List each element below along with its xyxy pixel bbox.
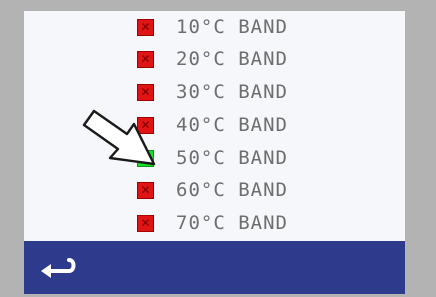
band-row-50[interactable]: ✓ 50°C BAND [137, 144, 367, 172]
band-label-20: 20°C BAND [176, 48, 288, 70]
pointer-arrow-icon [82, 109, 156, 166]
screen: ✕ 10°C BAND ✕ 20°C BAND ✕ 30°C BAND ✕ 40… [24, 11, 405, 294]
band-label-50: 50°C BAND [176, 147, 288, 169]
band-label-10: 10°C BAND [176, 16, 288, 38]
band-list: ✕ 10°C BAND ✕ 20°C BAND ✕ 30°C BAND ✕ 40… [24, 11, 405, 241]
back-arrow-icon[interactable] [38, 256, 78, 280]
bottom-bar [24, 241, 405, 294]
band-row-40[interactable]: ✕ 40°C BAND [137, 111, 367, 139]
band-row-30[interactable]: ✕ 30°C BAND [137, 78, 367, 106]
band-row-20[interactable]: ✕ 20°C BAND [137, 45, 367, 73]
band-checkbox-20[interactable]: ✕ [137, 50, 154, 68]
band-checkbox-10[interactable]: ✕ [137, 18, 154, 36]
band-row-60[interactable]: ✕ 60°C BAND [137, 176, 367, 204]
band-label-30: 30°C BAND [176, 81, 288, 103]
band-label-70: 70°C BAND [176, 212, 288, 234]
band-label-60: 60°C BAND [176, 179, 288, 201]
band-checkbox-60[interactable]: ✕ [137, 181, 154, 199]
band-label-40: 40°C BAND [176, 114, 288, 136]
device-frame: ✕ 10°C BAND ✕ 20°C BAND ✕ 30°C BAND ✕ 40… [0, 0, 436, 297]
band-row-70[interactable]: ✕ 70°C BAND [137, 209, 367, 237]
band-checkbox-70[interactable]: ✕ [137, 214, 154, 232]
band-row-10[interactable]: ✕ 10°C BAND [137, 13, 367, 41]
band-checkbox-30[interactable]: ✕ [137, 83, 154, 101]
